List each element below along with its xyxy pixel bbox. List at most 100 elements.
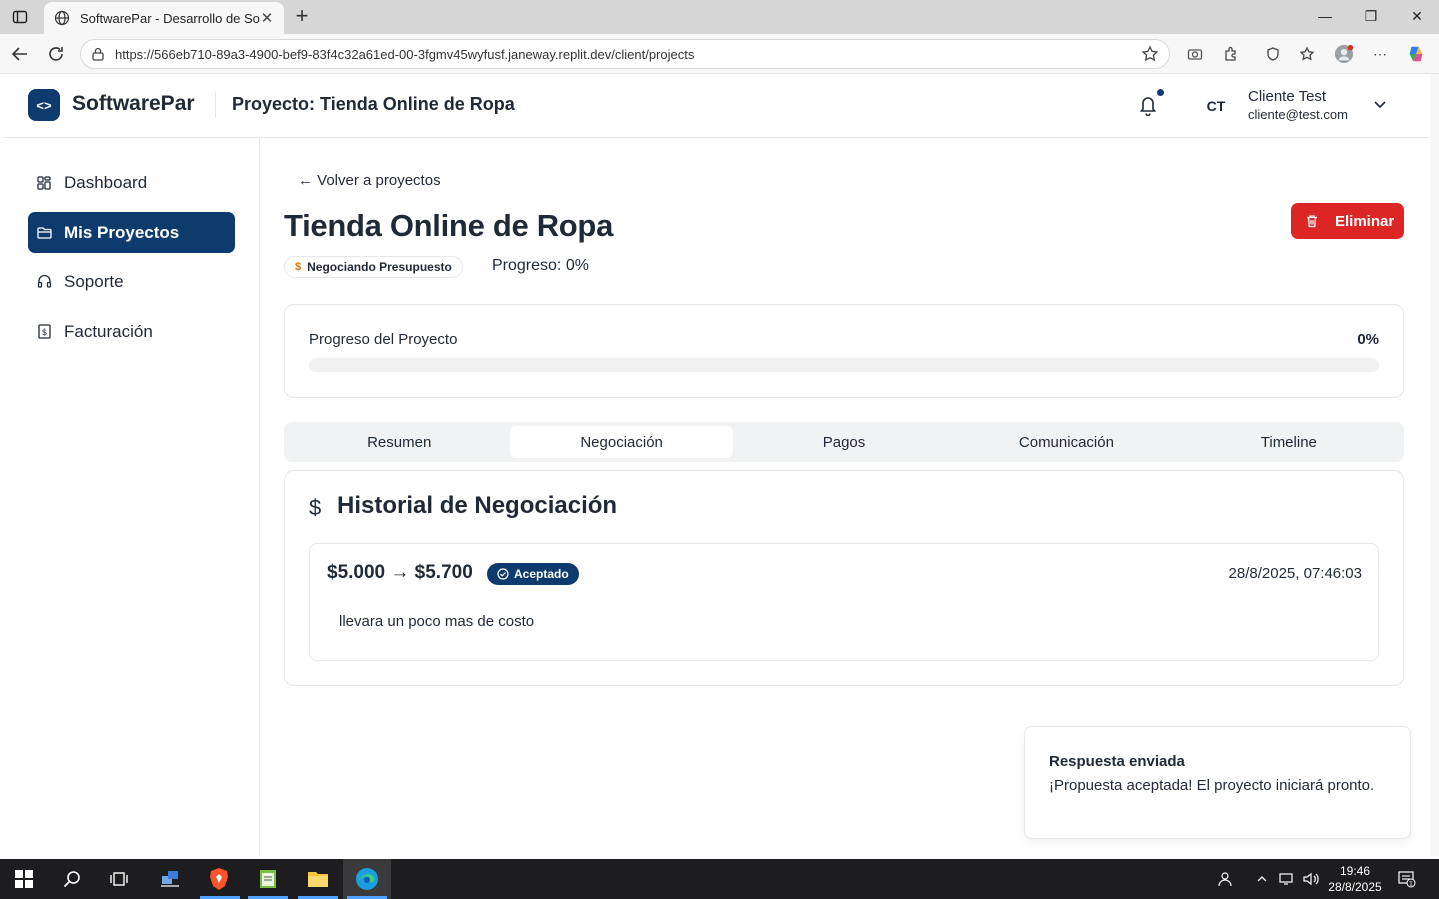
delete-button[interactable]: Eliminar bbox=[1291, 203, 1404, 239]
project-tabs: Resumen Negociación Pagos Comunicación T… bbox=[284, 422, 1404, 462]
task-view-icon[interactable] bbox=[105, 865, 133, 893]
headset-icon bbox=[36, 274, 52, 290]
chevron-up-icon[interactable] bbox=[1253, 870, 1271, 888]
url-text: https://566eb710-89a3-4900-bef9-83f4c32a… bbox=[115, 46, 695, 62]
progress-summary: Progreso: 0% bbox=[492, 257, 589, 274]
progress-value: 0% bbox=[1357, 331, 1379, 348]
favorite-star-icon[interactable] bbox=[1141, 45, 1159, 63]
tab-title: SoftwarePar - Desarrollo de Softw bbox=[80, 10, 260, 26]
negotiation-card: $ Historial de Negociación $5.000 → $5.7… bbox=[284, 470, 1404, 686]
system-clock[interactable]: 19:46 28/8/2025 bbox=[1325, 863, 1385, 895]
toast-title: Respuesta enviada bbox=[1049, 753, 1185, 770]
notification-count: 1 bbox=[1409, 880, 1413, 888]
list-item: $5.000 → $5.700 Aceptado 28/8/2025, 07:4… bbox=[309, 543, 1379, 661]
receipt-icon: $ bbox=[36, 324, 52, 340]
minimize-icon[interactable]: — bbox=[1315, 6, 1335, 26]
user-email: cliente@test.com bbox=[1248, 107, 1348, 122]
header-project-title: Proyecto: Tienda Online de Ropa bbox=[232, 94, 515, 114]
brave-browser-icon[interactable] bbox=[205, 865, 233, 893]
tab-close-icon[interactable]: ✕ bbox=[260, 9, 274, 27]
more-menu-icon[interactable]: ⋯ bbox=[1370, 44, 1390, 64]
logo-icon[interactable]: <> bbox=[28, 89, 60, 121]
dashboard-icon bbox=[36, 175, 52, 191]
negotiation-title: Historial de Negociación bbox=[337, 492, 618, 519]
dollar-icon: $ bbox=[295, 261, 302, 273]
check-circle-icon bbox=[497, 568, 509, 580]
globe-icon bbox=[54, 10, 70, 26]
progress-card: Progreso del Proyecto 0% bbox=[284, 304, 1404, 398]
site-info-icon[interactable] bbox=[91, 47, 105, 61]
svg-text:$: $ bbox=[41, 328, 47, 338]
copilot-icon[interactable] bbox=[1406, 44, 1426, 64]
extensions-icon[interactable] bbox=[1221, 44, 1241, 64]
reload-icon[interactable] bbox=[46, 44, 66, 64]
browser-toolbar: https://566eb710-89a3-4900-bef9-83f4c32a… bbox=[0, 34, 1439, 74]
browser-tab[interactable]: SoftwarePar - Desarrollo de Softw ✕ bbox=[44, 2, 284, 34]
search-icon[interactable] bbox=[58, 865, 86, 893]
avatar[interactable]: CT bbox=[1200, 92, 1232, 120]
offer-status-label: Aceptado bbox=[514, 567, 569, 581]
sidebar-item-mis-proyectos[interactable]: Mis Proyectos bbox=[28, 212, 235, 253]
chevron-down-icon[interactable] bbox=[1372, 96, 1388, 112]
address-bar[interactable]: https://566eb710-89a3-4900-bef9-83f4c32a… bbox=[80, 39, 1170, 69]
offer-amount: $5.000 → $5.700 bbox=[327, 562, 473, 583]
new-tab-button[interactable]: + bbox=[292, 5, 312, 27]
sidebar-item-label: Dashboard bbox=[64, 172, 148, 192]
tab-pagos[interactable]: Pagos bbox=[733, 426, 955, 458]
back-arrow-icon[interactable] bbox=[10, 44, 30, 64]
sidebar-item-label: Facturación bbox=[64, 321, 153, 341]
back-to-projects-link[interactable]: ← Volver a proyectos bbox=[298, 172, 441, 189]
tab-resumen[interactable]: Resumen bbox=[288, 426, 510, 458]
file-explorer-icon[interactable] bbox=[304, 865, 332, 893]
tab-actions-icon[interactable] bbox=[12, 9, 28, 25]
sidebar: Dashboard Mis Proyectos Soporte $ Factur… bbox=[4, 138, 260, 856]
people-icon[interactable] bbox=[1217, 870, 1235, 888]
user-name[interactable]: Cliente Test bbox=[1248, 88, 1326, 105]
progress-bar bbox=[309, 358, 1379, 372]
trash-icon bbox=[1307, 215, 1317, 228]
browser-essentials-icon[interactable] bbox=[1263, 44, 1283, 64]
notepad-icon[interactable] bbox=[254, 865, 282, 893]
profile-avatar-icon[interactable] bbox=[1334, 44, 1354, 64]
camera-icon[interactable] bbox=[1185, 44, 1205, 64]
status-badge: Aceptado bbox=[487, 563, 579, 585]
clock-time: 19:46 bbox=[1339, 864, 1371, 878]
tab-timeline[interactable]: Timeline bbox=[1178, 426, 1400, 458]
tab-negociacion[interactable]: Negociación bbox=[510, 426, 733, 458]
progress-label: Progreso del Proyecto bbox=[309, 331, 458, 348]
toast-message: ¡Propuesta aceptada! El proyecto iniciar… bbox=[1049, 777, 1375, 794]
page-title: Tienda Online de Ropa bbox=[284, 208, 614, 243]
brand-name[interactable]: SoftwarePar bbox=[72, 92, 195, 116]
folder-icon bbox=[36, 225, 52, 241]
sidebar-item-soporte[interactable]: Soporte bbox=[28, 261, 235, 302]
taskbar: 19:46 28/8/2025 1 bbox=[0, 859, 1439, 899]
volume-icon[interactable] bbox=[1302, 870, 1320, 888]
offer-date: 28/8/2025, 07:46:03 bbox=[1228, 565, 1362, 582]
browser-tab-bar: SoftwarePar - Desarrollo de Softw ✕ + — … bbox=[0, 0, 1439, 34]
offer-message: llevara un poco mas de costo bbox=[339, 613, 535, 630]
page-scrollbar[interactable] bbox=[1430, 74, 1439, 856]
tab-comunicacion[interactable]: Comunicación bbox=[955, 426, 1177, 458]
window-close-icon[interactable]: ✕ bbox=[1407, 6, 1427, 26]
app-header: <> SoftwarePar Proyecto: Tienda Online d… bbox=[4, 74, 1430, 138]
toast-notification[interactable]: Respuesta enviada ¡Propuesta aceptada! E… bbox=[1024, 726, 1411, 839]
windows-start-icon[interactable] bbox=[10, 865, 38, 893]
header-divider bbox=[215, 92, 216, 118]
status-badge: $ Negociando Presupuesto bbox=[284, 256, 463, 278]
sidebar-item-facturacion[interactable]: $ Facturación bbox=[28, 311, 235, 352]
edge-browser-icon[interactable] bbox=[353, 865, 381, 893]
notification-center-icon[interactable]: 1 bbox=[1398, 870, 1416, 888]
delete-button-label: Eliminar bbox=[1335, 212, 1395, 230]
sidebar-item-dashboard[interactable]: Dashboard bbox=[28, 162, 235, 203]
network-app-icon[interactable] bbox=[156, 865, 184, 893]
favorites-icon[interactable] bbox=[1298, 44, 1318, 64]
dollar-sign-icon: $ bbox=[309, 495, 322, 520]
sidebar-item-label: Mis Proyectos bbox=[64, 222, 180, 242]
network-icon[interactable] bbox=[1278, 870, 1296, 888]
notification-bell-icon[interactable] bbox=[1138, 94, 1158, 116]
clock-date: 28/8/2025 bbox=[1328, 880, 1382, 894]
notification-dot bbox=[1157, 89, 1164, 96]
restore-icon[interactable]: ❐ bbox=[1361, 6, 1381, 26]
status-badge-label: Negociando Presupuesto bbox=[307, 260, 452, 274]
sidebar-item-label: Soporte bbox=[64, 271, 124, 291]
